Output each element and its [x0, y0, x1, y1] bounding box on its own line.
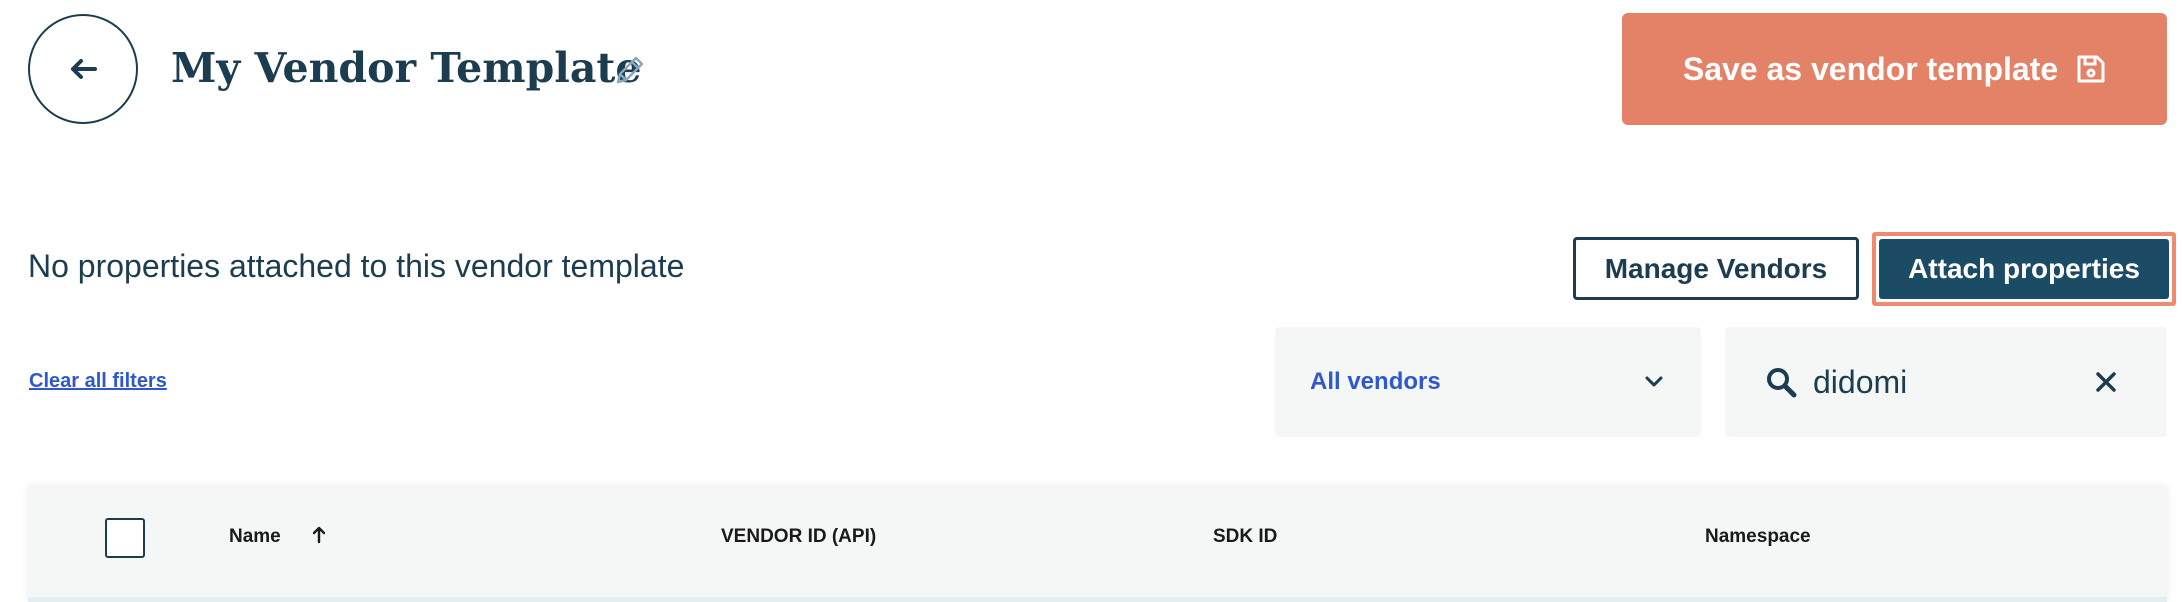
search-input-value[interactable]: didomi: [1813, 364, 2095, 401]
column-header-sdk-id[interactable]: SDK ID: [1213, 526, 1277, 548]
table-row-divider: [28, 597, 2167, 602]
no-properties-message: No properties attached to this vendor te…: [28, 248, 685, 284]
search-icon: [1767, 368, 1797, 398]
column-header-vendor-id[interactable]: VENDOR ID (API): [721, 526, 876, 548]
save-icon: [2077, 55, 2105, 83]
save-as-vendor-template-button[interactable]: Save as vendor template: [1622, 13, 2167, 125]
pencil-icon[interactable]: [612, 52, 648, 88]
vendor-filter-select[interactable]: All vendors: [1275, 327, 1701, 437]
column-header-namespace[interactable]: Namespace: [1705, 526, 1811, 548]
chevron-down-icon: [1645, 376, 1663, 387]
save-button-label: Save as vendor template: [1682, 50, 2059, 87]
clear-all-filters-link[interactable]: Clear all filters: [29, 370, 167, 393]
vendor-select-value: All vendors: [1310, 368, 1441, 395]
arrow-left-icon: [71, 59, 97, 79]
search-input[interactable]: didomi: [1725, 327, 2167, 437]
attach-properties-button[interactable]: Attach properties: [1879, 239, 2169, 299]
clear-search-icon[interactable]: [2095, 371, 2117, 393]
sort-ascending-icon: [312, 526, 326, 544]
vendors-table: Name VENDOR ID (API) SDK ID Namespace: [28, 486, 2167, 602]
back-button[interactable]: [28, 14, 138, 124]
manage-vendors-button[interactable]: Manage Vendors: [1573, 237, 1859, 300]
select-all-checkbox[interactable]: [105, 518, 145, 558]
column-header-name[interactable]: Name: [229, 526, 326, 548]
page-title: My Vendor Template: [171, 44, 642, 92]
